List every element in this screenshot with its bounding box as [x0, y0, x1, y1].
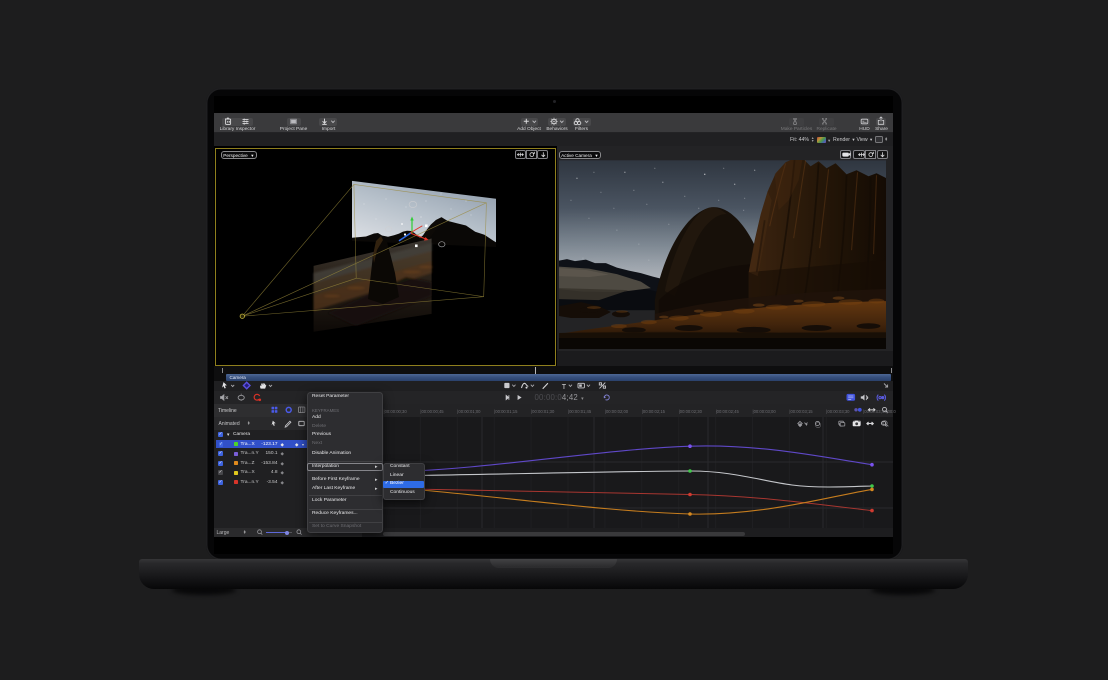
svg-text:T: T	[562, 382, 567, 391]
